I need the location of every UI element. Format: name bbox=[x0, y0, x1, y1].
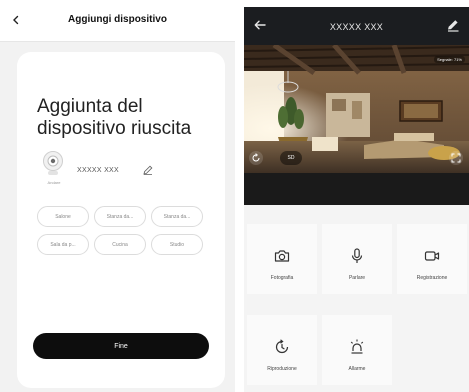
room-chip[interactable]: Stanza da... bbox=[94, 206, 146, 227]
camera-icon bbox=[274, 250, 290, 262]
record-label: Registrazione bbox=[416, 275, 448, 281]
device-name: XXXXX XXX bbox=[77, 167, 119, 174]
live-video-feed[interactable]: Segnale: 71% SD bbox=[244, 45, 469, 173]
alarm-button[interactable]: Allarme bbox=[322, 315, 392, 385]
photo-label: Fotografia bbox=[270, 275, 294, 281]
talk-button[interactable]: Parlare bbox=[322, 224, 392, 294]
room-chips: Salone Stanza da... Stanza da... Sala da… bbox=[37, 206, 219, 255]
add-device-screen: Aggiungi dispositivo Aggiunta del dispos… bbox=[0, 0, 235, 392]
quality-toggle[interactable]: SD bbox=[280, 151, 302, 165]
finish-button[interactable]: Fine bbox=[33, 333, 209, 359]
top-bar: Aggiungi dispositivo bbox=[0, 0, 235, 42]
record-button[interactable]: Registrazione bbox=[397, 224, 467, 294]
camera-scene-image bbox=[244, 45, 469, 173]
room-chip[interactable]: Stanza da... bbox=[151, 206, 203, 227]
room-chip[interactable]: Salone bbox=[37, 206, 89, 227]
rotate-icon bbox=[252, 153, 260, 162]
fullscreen-button[interactable] bbox=[449, 151, 463, 165]
video-footer-bar bbox=[244, 173, 469, 205]
device-row: Andare XXXXX XXX bbox=[37, 150, 217, 190]
photo-button[interactable]: Fotografia bbox=[247, 224, 317, 294]
microphone-icon bbox=[351, 248, 363, 263]
device-subtitle: Andare bbox=[47, 180, 61, 185]
top-bar: XXXXX XXX bbox=[244, 7, 469, 45]
playback-button[interactable]: Riproduzione bbox=[247, 315, 317, 385]
edit-icon[interactable] bbox=[445, 17, 461, 33]
camera-controls: Fotografia Parlare Registrazione Riprodu… bbox=[244, 213, 469, 392]
alarm-light-icon bbox=[350, 339, 364, 354]
playback-icon bbox=[275, 339, 289, 354]
room-chip[interactable]: Studio bbox=[151, 234, 203, 255]
room-chip[interactable]: Sala da p... bbox=[37, 234, 89, 255]
edit-name-icon[interactable] bbox=[142, 164, 154, 176]
success-heading: Aggiunta del dispositivo riuscita bbox=[37, 96, 192, 139]
success-card: Aggiunta del dispositivo riuscita Andare… bbox=[17, 52, 225, 388]
video-record-icon bbox=[424, 251, 440, 261]
signal-strength-badge: Segnale: 71% bbox=[434, 56, 465, 63]
talk-label: Parlare bbox=[348, 275, 366, 281]
page-title: Aggiungi dispositivo bbox=[68, 14, 167, 25]
device-title: XXXXX XXX bbox=[329, 22, 384, 32]
fullscreen-icon bbox=[451, 153, 461, 163]
rotate-button[interactable] bbox=[249, 151, 263, 165]
alarm-label: Allarme bbox=[348, 366, 366, 372]
playback-label: Riproduzione bbox=[267, 366, 297, 372]
room-chip[interactable]: Cucina bbox=[94, 234, 146, 255]
camera-view-screen: XXXXX XXX Segnale: 71% SD Fotografia Par… bbox=[244, 7, 469, 392]
